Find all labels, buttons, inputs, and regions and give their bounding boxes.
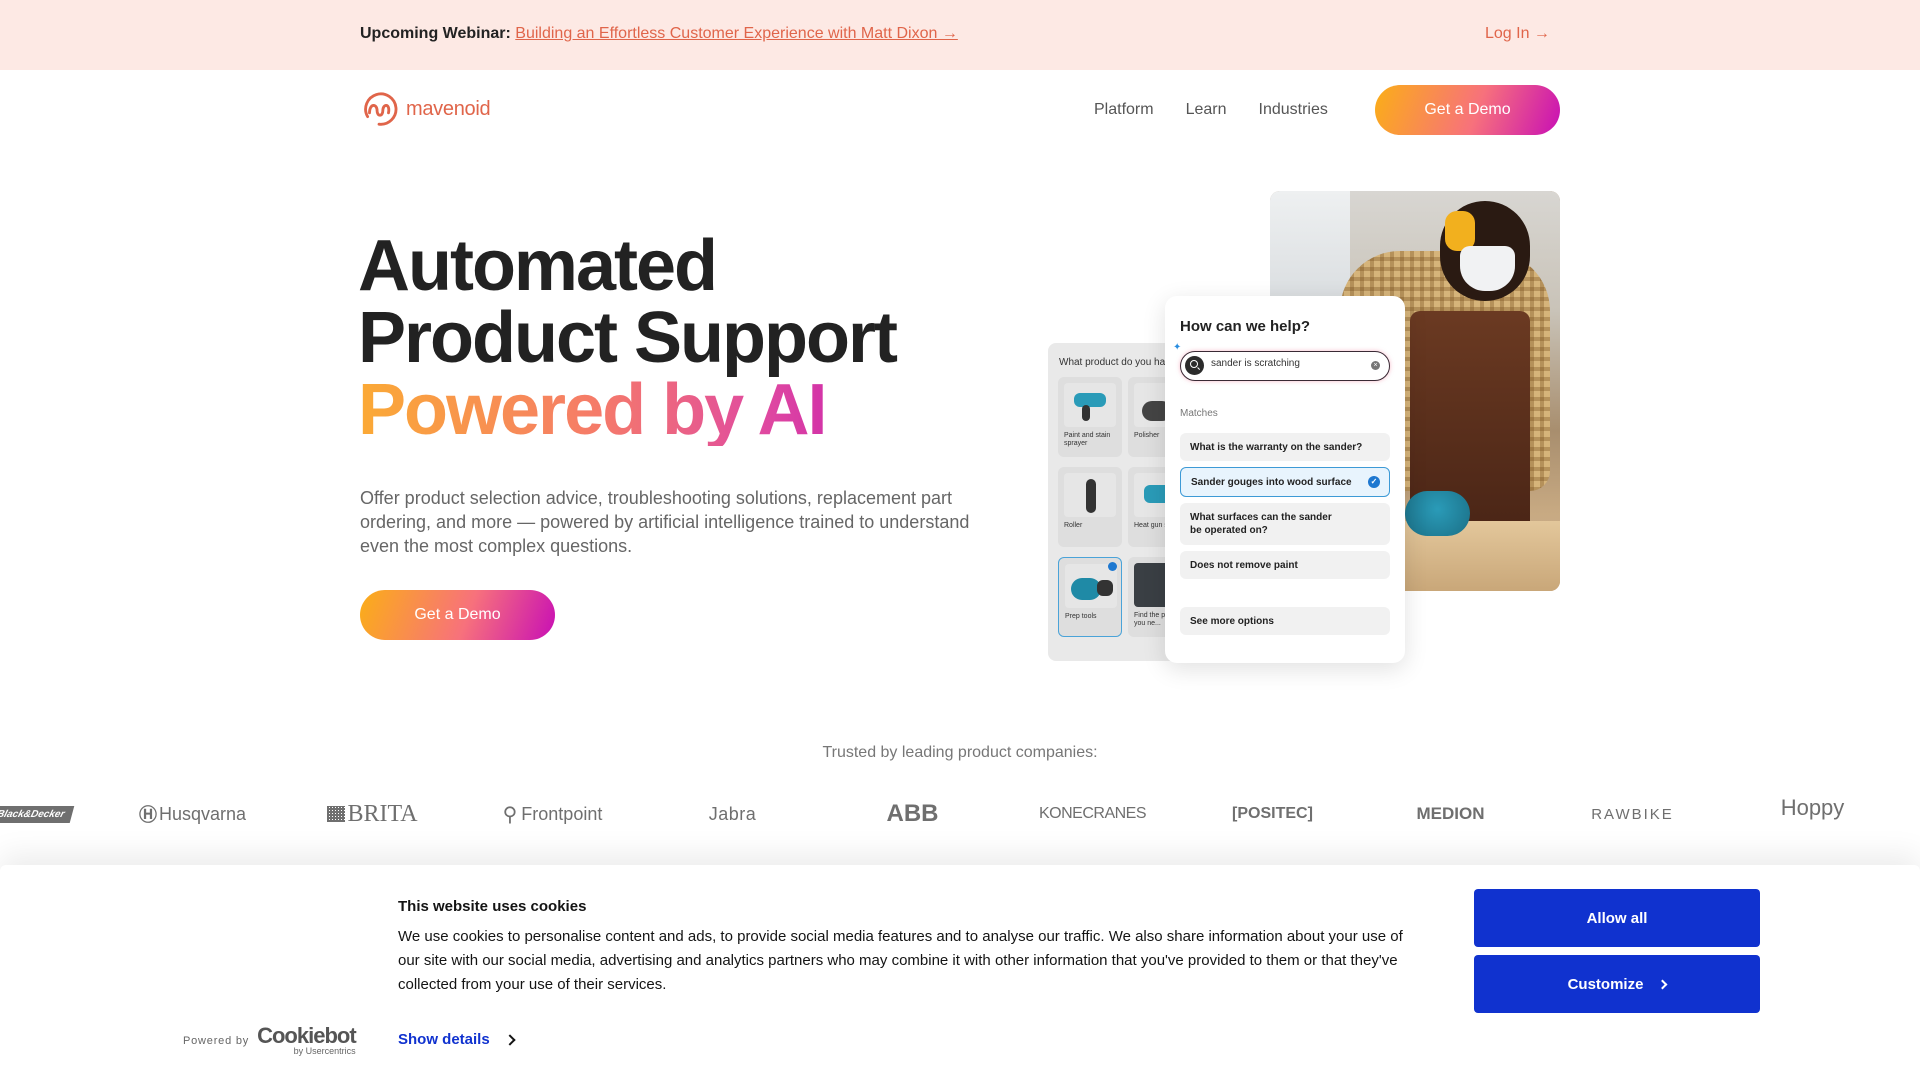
match-item-selected[interactable]: Sander gouges into wood surface ✓ [1180, 467, 1390, 497]
match-text: What surfaces can the sander be operated… [1190, 512, 1332, 536]
sander-image [1065, 564, 1117, 608]
sprayer-image [1064, 383, 1116, 427]
brand-logo-jabra: Jabra [708, 803, 757, 824]
match-item[interactable]: Does not remove paint [1180, 551, 1390, 579]
match-item[interactable]: What is the warranty on the sander? [1180, 433, 1390, 461]
brand-logo-rawbike: RAWBIKE [1591, 805, 1674, 823]
photo-mask [1460, 246, 1515, 291]
logo[interactable]: mavenoid [360, 90, 491, 128]
nav-get-demo-button[interactable]: Get a Demo [1375, 85, 1560, 135]
see-more-options-button[interactable]: See more options [1180, 607, 1390, 635]
help-search-input[interactable] [1211, 358, 1361, 369]
show-details-link[interactable]: Show details [398, 1031, 516, 1048]
product-label: Paint and stain sprayer [1064, 432, 1111, 447]
product-card[interactable]: Paint and stain sprayer [1058, 377, 1122, 457]
check-icon [1108, 562, 1117, 571]
product-card-selected[interactable]: Prep tools [1058, 557, 1122, 637]
brand-logo-husqvarna: Ⓗ Husqvarna [138, 803, 247, 826]
sparkle-icon: ✦ [1173, 342, 1182, 353]
customize-label: Customize [1567, 975, 1644, 993]
cookiebot-subtitle: by Usercentrics [293, 1046, 356, 1056]
brand-logo-brita: BRITA [325, 795, 420, 833]
cookiebot-logo: Cookiebot by Usercentrics [257, 1023, 357, 1056]
photo-sander [1405, 491, 1470, 536]
show-details-label: Show details [398, 1031, 490, 1048]
hero-title-line-3: Powered by AI [358, 374, 896, 446]
customize-button[interactable]: Customize [1474, 955, 1760, 1013]
brand-logo-positec: [POSITEC] [1232, 805, 1313, 822]
cookiebot-wordmark: Cookiebot [257, 1023, 357, 1048]
main-nav: mavenoid Platform Learn Industries Get a… [0, 70, 1920, 152]
nav-link-industries[interactable]: Industries [1259, 101, 1328, 119]
powered-by-cookiebot[interactable]: Powered by Cookiebot by Usercentrics [183, 1023, 357, 1056]
nav-link-learn[interactable]: Learn [1186, 101, 1227, 119]
see-more-text: See more options [1190, 615, 1274, 627]
cookie-title: This website uses cookies [398, 898, 587, 915]
cookie-body: We use cookies to personalise content an… [398, 928, 1403, 993]
cookie-consent-banner: This website uses cookies We use cookies… [0, 865, 1920, 1080]
chevron-right-icon [504, 1033, 516, 1046]
product-label: Polisher [1134, 432, 1160, 439]
announcement-bar: Upcoming Webinar: Building an Effortless… [0, 0, 1920, 70]
photo-earmuff [1445, 211, 1475, 251]
hero-get-demo-button[interactable]: Get a Demo [360, 590, 555, 640]
search-icon [1185, 356, 1204, 375]
matches-label: Matches [1180, 408, 1218, 419]
brand-logo-blackdecker: Black&Decker [0, 795, 75, 833]
hero-title-line-2: Product Support [358, 298, 898, 378]
help-widget-card: How can we help? ✦ × Matches What is the… [1165, 296, 1405, 663]
webinar-link[interactable]: Building an Effortless Customer Experien… [515, 25, 958, 42]
match-text: Sander gouges into wood surface [1191, 476, 1352, 488]
product-card[interactable]: Roller [1058, 467, 1122, 547]
powered-by-label: Powered by [183, 1034, 250, 1047]
help-title: How can we help? [1180, 318, 1311, 335]
product-panel-title: What product do you have? [1059, 357, 1178, 368]
brand-logo-abb: ABB [886, 800, 939, 827]
match-item[interactable]: What surfaces can the sander be operated… [1180, 503, 1390, 545]
hero-title-line-1: Automated [358, 226, 718, 306]
hero-subtitle: Offer product selection advice, troubles… [360, 488, 970, 556]
logo-text: mavenoid [406, 97, 491, 120]
chevron-right-icon [1657, 979, 1668, 989]
product-label: Roller [1064, 522, 1083, 529]
announcement-label: Upcoming Webinar: [360, 25, 511, 42]
brand-logo-konecranes: KONECRANES [1038, 805, 1147, 822]
brand-logo-strip: Black&Decker Ⓗ Husqvarna BRITA ⚲ Frontpoin… [0, 795, 1920, 835]
match-text: What is the warranty on the sander? [1190, 441, 1363, 453]
mavenoid-logo-icon [364, 92, 398, 126]
allow-all-button[interactable]: Allow all [1474, 889, 1760, 947]
clear-icon[interactable]: × [1371, 361, 1380, 370]
nav-link-platform[interactable]: Platform [1094, 101, 1154, 119]
hero-title: Automated Product Support Powered by AI [358, 226, 898, 446]
product-selection-panel: What product do you have? Paint and stai… [1048, 343, 1178, 661]
trusted-by-label: Trusted by leading product companies: [822, 744, 1098, 761]
match-text: Does not remove paint [1190, 559, 1298, 571]
allow-all-label: Allow all [1586, 909, 1648, 927]
brand-logo-medion: MEDION [1416, 804, 1485, 823]
brand-logo-hoppy: Hoppy [1780, 795, 1845, 820]
product-label: Prep tools [1065, 613, 1097, 620]
login-link[interactable]: Log In → [1485, 25, 1550, 43]
brand-logo-frontpoint: ⚲ Frontpoint [502, 803, 603, 826]
check-icon: ✓ [1368, 476, 1380, 488]
announcement-text: Upcoming Webinar: Building an Effortless… [360, 25, 958, 43]
roller-image [1064, 473, 1116, 517]
nav-links: Platform Learn Industries [1094, 101, 1328, 119]
help-search: × [1180, 351, 1390, 381]
